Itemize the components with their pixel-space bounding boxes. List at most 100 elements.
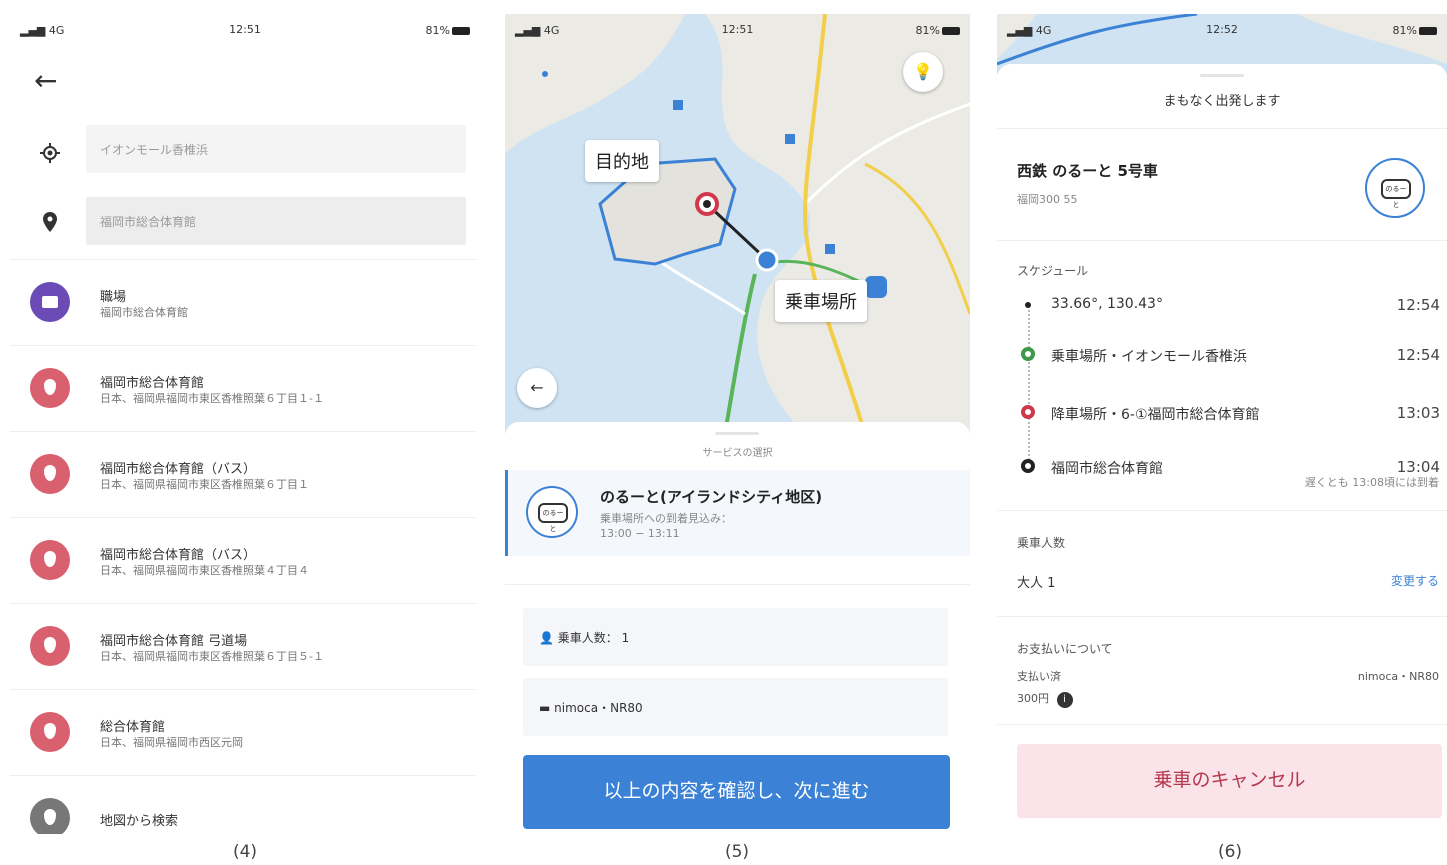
result-subtitle: 日本、福岡県福岡市東区香椎照葉６丁目１-１ [100, 392, 324, 405]
schedule-time: 12:54 [1396, 346, 1440, 364]
location-pin-icon [30, 798, 70, 834]
back-arrow-icon[interactable]: ← [34, 64, 57, 97]
divider [997, 724, 1447, 725]
status-bar: ▂▄▆ 4G 12:51 81% [10, 14, 480, 48]
caption-6: (6) [1217, 842, 1243, 862]
result-title: 職場 [100, 290, 127, 305]
caption-5: (5) [724, 842, 750, 862]
result-subtitle: 日本、福岡県福岡市東区香椎照葉６丁目１ [100, 478, 309, 491]
hint-button[interactable]: 💡 [903, 52, 943, 92]
location-pin-icon [30, 712, 70, 752]
schedule-marker-icon [1025, 302, 1031, 308]
service-selection-header: サービスの選択 [702, 448, 773, 459]
battery-icon [452, 27, 470, 35]
sheet-handle[interactable] [715, 432, 759, 435]
card-icon: ▬ [539, 701, 551, 715]
route-connector [1028, 306, 1030, 468]
location-pin-icon [30, 540, 70, 580]
search-result-item[interactable]: 総合体育館 日本、福岡県福岡市西区元岡 [10, 689, 476, 775]
status-bar: ▂▄▆ 4G 12:51 81% [505, 14, 970, 48]
result-subtitle: 日本、福岡県福岡市東区香椎照葉６丁目５-１ [100, 650, 324, 663]
schedule-stop-name: 降車場所・6-①福岡市総合体育館 [1051, 407, 1260, 423]
destination-map-label: 目的地 [585, 140, 659, 182]
passengers-value: 大人 1 [1017, 576, 1056, 591]
status-time: 12:51 [721, 23, 754, 36]
caption-4: (4) [232, 842, 258, 862]
service-selection-screen: 目的地 乗車場所 💡 ← ▂▄▆ 4G 12:51 81% サービスの選択 のる… [505, 14, 970, 834]
payment-method-text: nimoca・NR80 [554, 701, 643, 715]
schedule-stop-name: 乗車場所・イオンモール香椎浜 [1051, 349, 1247, 365]
search-result-item[interactable]: 福岡市総合体育館 弓道場 日本、福岡県福岡市東区香椎照葉６丁目５-１ [10, 603, 476, 689]
result-subtitle: 日本、福岡県福岡市西区元岡 [100, 736, 243, 749]
divider [997, 616, 1447, 617]
payment-status: 支払い済 [1017, 670, 1061, 683]
service-arrival-note: 乗車場所への到着見込み： [600, 512, 732, 525]
origin-input[interactable]: イオンモール香椎浜 [86, 125, 466, 173]
bus-icon: のるーと [1365, 158, 1425, 218]
schedule-row: 乗車場所・イオンモール香椎浜 12:54 [1015, 346, 1440, 366]
battery-indicator: 81% [426, 24, 470, 37]
divider [997, 240, 1447, 241]
sheet-handle[interactable] [1200, 74, 1244, 77]
passengers-label: 乗車人数 [1017, 536, 1066, 550]
battery-indicator: 81% [1393, 24, 1437, 37]
service-arrival-time: 13:00 − 13:11 [600, 527, 680, 540]
result-subtitle: 福岡市総合体育館 [100, 306, 188, 319]
destination-input[interactable]: 福岡市総合体育館 [86, 197, 466, 245]
confirm-next-button[interactable]: 以上の内容を確認し、次に進む [523, 755, 950, 829]
payment-amount: 300円 [1017, 692, 1049, 705]
search-result-item[interactable]: 職場 福岡市総合体育館 [10, 259, 476, 345]
status-time: 12:51 [229, 23, 261, 36]
payment-method-row[interactable]: ▬ nimoca・NR80 [523, 678, 948, 736]
bus-icon: のるーと [526, 486, 578, 538]
schedule-stop-name: 福岡市総合体育館 [1051, 461, 1163, 477]
back-button[interactable]: ← [517, 368, 557, 408]
search-result-item[interactable]: 地図から検索 [10, 775, 476, 834]
back-arrow-icon: ← [530, 378, 544, 397]
info-icon[interactable]: i [1056, 692, 1073, 708]
location-pin-icon [30, 626, 70, 666]
search-result-item[interactable]: 福岡市総合体育館（バス） 日本、福岡県福岡市東区香椎照葉６丁目１ [10, 431, 476, 517]
schedule-marker-icon [1021, 347, 1035, 361]
battery-indicator: 81% [916, 24, 960, 37]
arrival-note: 遅くとも 13:08頃には到着 [1304, 476, 1439, 489]
divider [505, 584, 970, 585]
destination-pin-icon [43, 212, 57, 232]
payment-label: お支払いについて [1017, 642, 1113, 656]
schedule-time: 12:54 [1396, 296, 1440, 314]
bottom-sheet: まもなく出発します 西鉄 のるーと 5号車 福岡300 55 のるーと スケジュ… [997, 64, 1447, 834]
vehicle-name: 西鉄 のるーと 5号車 [1017, 162, 1158, 180]
map-view[interactable]: 目的地 乗車場所 💡 ← [505, 14, 970, 434]
search-result-item[interactable]: 福岡市総合体育館 日本、福岡県福岡市東区香椎照葉６丁目１-１ [10, 345, 476, 431]
result-title: 福岡市総合体育館 [100, 376, 205, 391]
result-title: 地図から検索 [100, 814, 179, 829]
divider [997, 510, 1447, 511]
schedule-marker-icon [1021, 405, 1035, 419]
pickup-map-label: 乗車場所 [775, 280, 867, 322]
destination-search-screen: ▂▄▆ 4G 12:51 81% ← イオンモール香椎浜 福岡市総合体育館 職場… [10, 14, 480, 834]
result-subtitle: 日本、福岡県福岡市東区香椎照葉４丁目４ [100, 564, 309, 577]
schedule-row: 降車場所・6-①福岡市総合体育館 13:03 [1015, 404, 1440, 424]
vehicle-plate: 福岡300 55 [1017, 193, 1078, 206]
battery-icon [1419, 27, 1437, 35]
sheet-title: まもなく出発します [1163, 94, 1281, 109]
passenger-count-text: 乗車人数： 1 [557, 631, 630, 645]
location-pin-icon [30, 454, 70, 494]
result-title: 福岡市総合体育館（バス） [100, 548, 257, 563]
lightbulb-icon: 💡 [913, 62, 933, 81]
result-title: 福岡市総合体育館 弓道場 [100, 634, 248, 649]
briefcase-icon [30, 282, 70, 322]
payment-method: nimoca・NR80 [1357, 670, 1439, 683]
service-name: のるーと(アイランドシティ地区) [600, 488, 823, 506]
result-title: 総合体育館 [100, 720, 166, 735]
result-title: 福岡市総合体育館（バス） [100, 462, 257, 477]
search-result-item[interactable]: 福岡市総合体育館（バス） 日本、福岡県福岡市東区香椎照葉４丁目４ [10, 517, 476, 603]
service-option-card[interactable]: のるーと のるーと(アイランドシティ地区) 乗車場所への到着見込み： 13:00… [505, 470, 970, 556]
change-passengers-link[interactable]: 変更する [1391, 572, 1439, 589]
schedule-stop-name: 33.66°, 130.43° [1051, 296, 1163, 312]
passenger-count-row[interactable]: 👤 乗車人数： 1 [523, 608, 948, 666]
schedule-marker-icon [1021, 459, 1035, 473]
cancel-ride-button[interactable]: 乗車のキャンセル [1017, 744, 1442, 818]
schedule-label: スケジュール [1017, 264, 1089, 278]
status-bar: ▂▄▆ 4G 12:52 81% [997, 14, 1447, 48]
